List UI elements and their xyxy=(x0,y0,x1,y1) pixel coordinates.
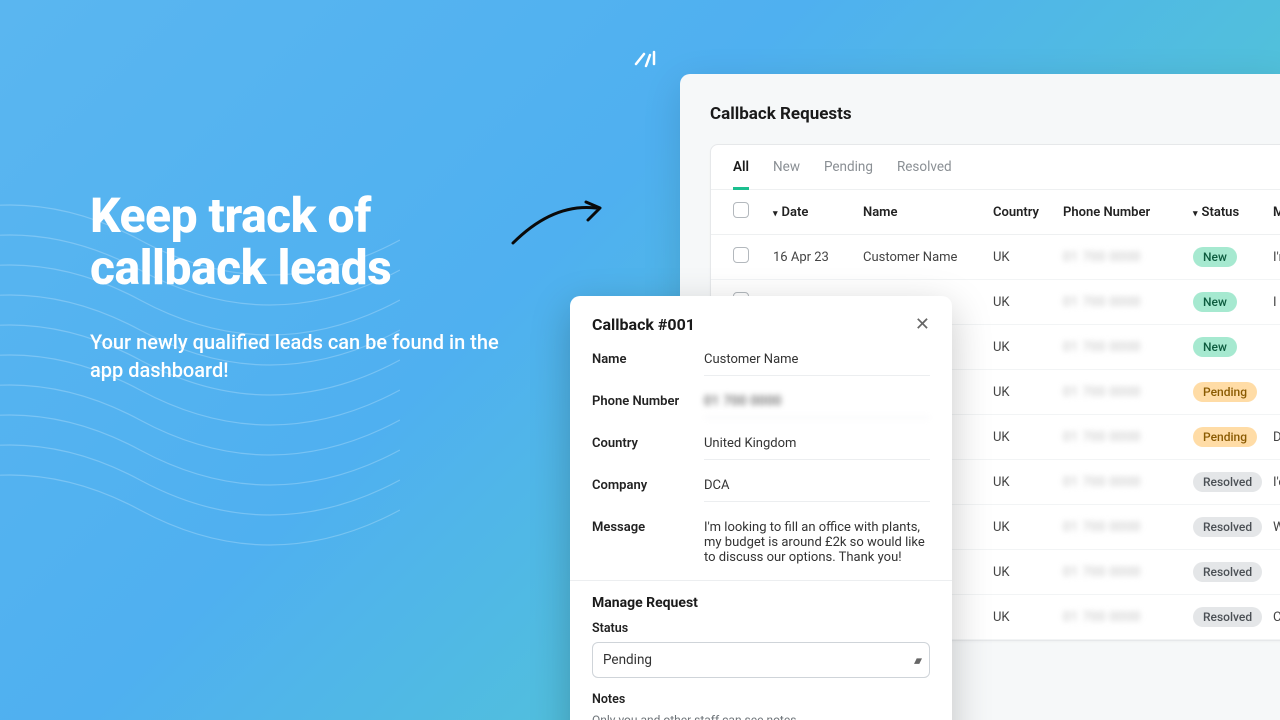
cell-phone: 01 700 0000 xyxy=(1063,520,1193,535)
notes-hint: Only you and other staff can see notes xyxy=(592,713,930,720)
field-phone-label: Phone Number xyxy=(592,394,704,409)
cell-country: UK xyxy=(993,340,1063,355)
cell-country: UK xyxy=(993,565,1063,580)
cell-date: 16 Apr 23 xyxy=(773,250,863,265)
cell-message: Do you xyxy=(1273,430,1280,445)
field-name-value: Customer Name xyxy=(704,352,930,376)
field-country-value: United Kingdom xyxy=(704,436,930,460)
table-row[interactable]: 16 Apr 23Customer NameUK01 700 0000New I'… xyxy=(711,235,1280,280)
table-tabs: All New Pending Resolved xyxy=(711,145,1280,190)
tab-all[interactable]: All xyxy=(733,159,749,190)
cell-message: I'm look xyxy=(1273,250,1280,265)
status-badge: Pending xyxy=(1193,427,1257,447)
select-all-checkbox[interactable] xyxy=(733,202,749,218)
manage-heading: Manage Request xyxy=(570,580,952,617)
table-header: Date Name Country Phone Number Status Me… xyxy=(711,190,1280,235)
col-name[interactable]: Name xyxy=(863,205,993,220)
cell-country: UK xyxy=(993,610,1063,625)
cell-message: I have a xyxy=(1273,295,1280,310)
field-company-value: DCA xyxy=(704,478,930,502)
arrow-icon xyxy=(508,198,608,252)
hero-headline: Keep track of callback leads xyxy=(90,190,520,294)
status-badge: Resolved xyxy=(1193,607,1262,627)
status-badge: New xyxy=(1193,247,1237,267)
tab-new[interactable]: New xyxy=(773,159,800,189)
cell-phone: 01 700 0000 xyxy=(1063,565,1193,580)
col-status[interactable]: Status xyxy=(1193,205,1273,220)
spark-icon xyxy=(632,34,666,72)
cell-country: UK xyxy=(993,520,1063,535)
callback-detail-modal: Callback #001 ✕ NameCustomer Name Phone … xyxy=(570,296,952,720)
cell-phone: 01 700 0000 xyxy=(1063,385,1193,400)
col-message[interactable]: Messag xyxy=(1273,205,1280,220)
cell-phone: 01 700 0000 xyxy=(1063,610,1193,625)
status-badge: Resolved xyxy=(1193,517,1262,537)
field-phone-value: 01 700 0000 xyxy=(704,394,930,418)
col-country[interactable]: Country xyxy=(993,205,1063,220)
cell-phone: 01 700 0000 xyxy=(1063,430,1193,445)
cell-phone: 01 700 0000 xyxy=(1063,295,1193,310)
cell-phone: 01 700 0000 xyxy=(1063,475,1193,490)
status-badge: New xyxy=(1193,292,1237,312)
field-name-label: Name xyxy=(592,352,704,367)
status-badge: Resolved xyxy=(1193,472,1262,492)
tab-pending[interactable]: Pending xyxy=(824,159,873,189)
field-company-label: Company xyxy=(592,478,704,493)
cell-name: Customer Name xyxy=(863,250,993,265)
status-select-value: Pending xyxy=(603,652,652,668)
cell-country: UK xyxy=(993,385,1063,400)
col-phone[interactable]: Phone Number xyxy=(1063,205,1193,220)
modal-title: Callback #001 xyxy=(592,315,695,334)
status-label: Status xyxy=(592,621,930,636)
cell-country: UK xyxy=(993,295,1063,310)
cell-country: UK xyxy=(993,475,1063,490)
field-message-value: I'm looking to fill an office with plant… xyxy=(704,520,930,565)
cell-message: I'd like t xyxy=(1273,475,1280,490)
field-country-label: Country xyxy=(592,436,704,451)
notes-label: Notes xyxy=(592,692,930,707)
tab-resolved[interactable]: Resolved xyxy=(897,159,952,189)
close-icon[interactable]: ✕ xyxy=(915,314,930,335)
chevron-updown-icon: ▴▾ xyxy=(914,654,919,667)
cell-message: Could s xyxy=(1273,610,1280,625)
status-badge: New xyxy=(1193,337,1237,357)
field-message-label: Message xyxy=(592,520,704,535)
hero-subhead: Your newly qualified leads can be found … xyxy=(90,328,520,384)
cell-phone: 01 700 0000 xyxy=(1063,250,1193,265)
col-date[interactable]: Date xyxy=(773,205,863,220)
row-checkbox[interactable] xyxy=(733,247,749,263)
cell-country: UK xyxy=(993,430,1063,445)
hero-copy: Keep track of callback leads Your newly … xyxy=(90,190,520,384)
status-badge: Resolved xyxy=(1193,562,1262,582)
status-select[interactable]: Pending ▴▾ xyxy=(592,642,930,678)
cell-country: UK xyxy=(993,250,1063,265)
cell-message: We hav xyxy=(1273,520,1280,535)
status-badge: Pending xyxy=(1193,382,1257,402)
cell-phone: 01 700 0000 xyxy=(1063,340,1193,355)
dashboard-title: Callback Requests xyxy=(710,104,1280,124)
